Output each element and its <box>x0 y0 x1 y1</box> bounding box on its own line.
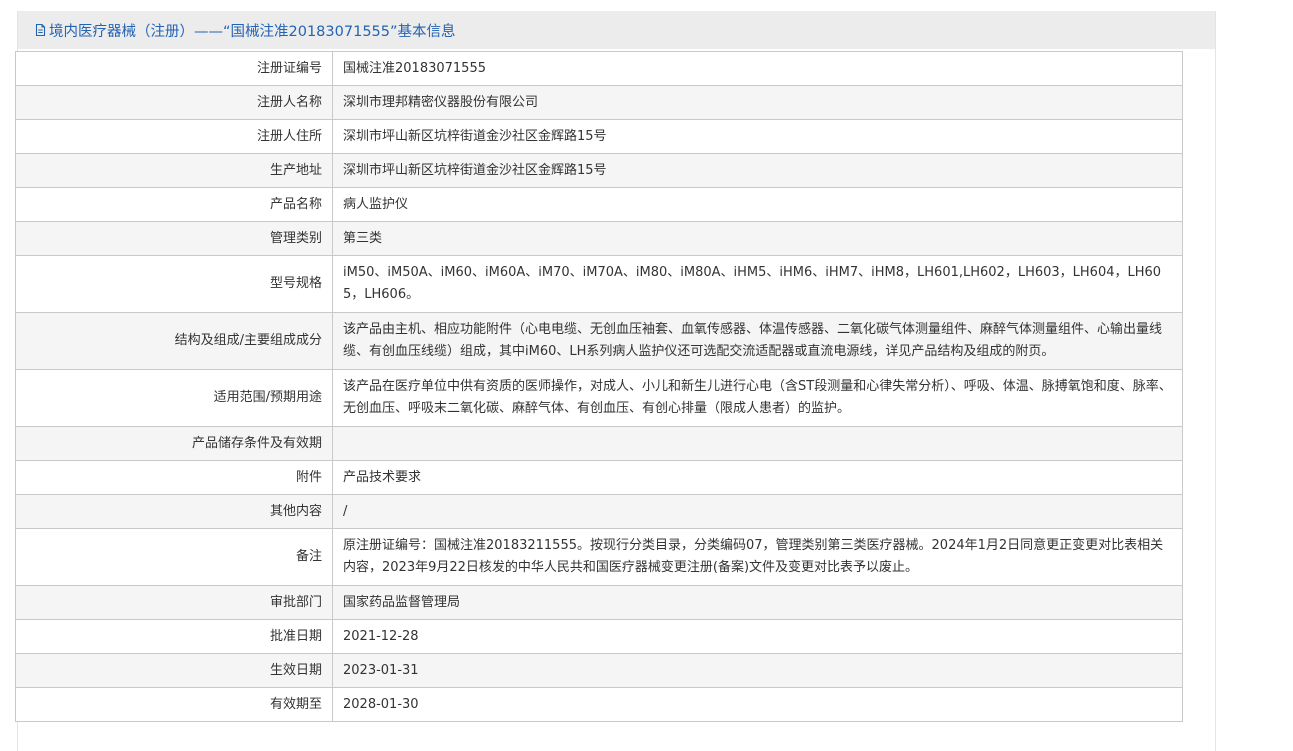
row-value: 产品技术要求 <box>332 460 1183 495</box>
row-value: 第三类 <box>332 221 1183 256</box>
row-value: 该产品在医疗单位中供有资质的医师操作，对成人、小儿和新生儿进行心电（含ST段测量… <box>332 369 1183 427</box>
row-value <box>332 426 1183 461</box>
row-value: 原注册证编号：国械注准20183211555。按现行分类目录，分类编码07，管理… <box>332 528 1183 586</box>
row-label: 有效期至 <box>15 687 333 722</box>
row-value: iM50、iM50A、iM60、iM60A、iM70、iM70A、iM80、iM… <box>332 255 1183 313</box>
table-row: 注册人名称 深圳市理邦精密仪器股份有限公司 <box>15 85 1183 120</box>
row-label: 附件 <box>15 460 333 495</box>
row-label: 备注 <box>15 528 333 586</box>
info-table-wrapper: 注册证编号 国械注准20183071555 注册人名称 深圳市理邦精密仪器股份有… <box>15 51 1183 722</box>
row-label: 产品储存条件及有效期 <box>15 426 333 461</box>
page-title: 境内医疗器械（注册）——“国械注准20183071555”基本信息 <box>49 23 456 40</box>
row-label: 结构及组成/主要组成成分 <box>15 312 333 370</box>
document-icon <box>34 23 47 37</box>
table-row: 其他内容 / <box>15 494 1183 529</box>
table-row: 批准日期 2021-12-28 <box>15 619 1183 654</box>
table-row: 审批部门 国家药品监督管理局 <box>15 585 1183 620</box>
row-label: 其他内容 <box>15 494 333 529</box>
table-row: 产品储存条件及有效期 <box>15 426 1183 461</box>
row-value: 深圳市坪山新区坑梓街道金沙社区金辉路15号 <box>332 153 1183 188</box>
table-row: 适用范围/预期用途 该产品在医疗单位中供有资质的医师操作，对成人、小儿和新生儿进… <box>15 369 1183 427</box>
row-label: 批准日期 <box>15 619 333 654</box>
row-value: 深圳市理邦精密仪器股份有限公司 <box>332 85 1183 120</box>
row-value: 2028-01-30 <box>332 687 1183 722</box>
table-row: 管理类别 第三类 <box>15 221 1183 256</box>
panel-header: 境内医疗器械（注册）——“国械注准20183071555”基本信息 <box>18 11 1215 49</box>
table-row: 生产地址 深圳市坪山新区坑梓街道金沙社区金辉路15号 <box>15 153 1183 188</box>
row-label: 产品名称 <box>15 187 333 222</box>
row-value: 该产品由主机、相应功能附件（心电电缆、无创血压袖套、血氧传感器、体温传感器、二氧… <box>332 312 1183 370</box>
row-label: 审批部门 <box>15 585 333 620</box>
table-row: 附件 产品技术要求 <box>15 460 1183 495</box>
row-value: 国家药品监督管理局 <box>332 585 1183 620</box>
row-label: 适用范围/预期用途 <box>15 369 333 427</box>
table-row: 型号规格 iM50、iM50A、iM60、iM60A、iM70、iM70A、iM… <box>15 255 1183 313</box>
row-value: 深圳市坪山新区坑梓街道金沙社区金辉路15号 <box>332 119 1183 154</box>
table-row: 注册人住所 深圳市坪山新区坑梓街道金沙社区金辉路15号 <box>15 119 1183 154</box>
row-value: 国械注准20183071555 <box>332 51 1183 86</box>
table-row: 注册证编号 国械注准20183071555 <box>15 51 1183 86</box>
row-value: / <box>332 494 1183 529</box>
row-label: 生效日期 <box>15 653 333 688</box>
row-label: 管理类别 <box>15 221 333 256</box>
row-label: 注册证编号 <box>15 51 333 86</box>
row-label: 生产地址 <box>15 153 333 188</box>
table-row: 有效期至 2028-01-30 <box>15 687 1183 722</box>
table-row: 结构及组成/主要组成成分 该产品由主机、相应功能附件（心电电缆、无创血压袖套、血… <box>15 312 1183 370</box>
table-row: 产品名称 病人监护仪 <box>15 187 1183 222</box>
row-value: 病人监护仪 <box>332 187 1183 222</box>
row-label: 注册人住所 <box>15 119 333 154</box>
row-value: 2021-12-28 <box>332 619 1183 654</box>
row-label: 注册人名称 <box>15 85 333 120</box>
table-row: 备注 原注册证编号：国械注准20183211555。按现行分类目录，分类编码07… <box>15 528 1183 586</box>
info-table: 注册证编号 国械注准20183071555 注册人名称 深圳市理邦精密仪器股份有… <box>15 51 1183 722</box>
row-value: 2023-01-31 <box>332 653 1183 688</box>
table-row: 生效日期 2023-01-31 <box>15 653 1183 688</box>
row-label: 型号规格 <box>15 255 333 313</box>
